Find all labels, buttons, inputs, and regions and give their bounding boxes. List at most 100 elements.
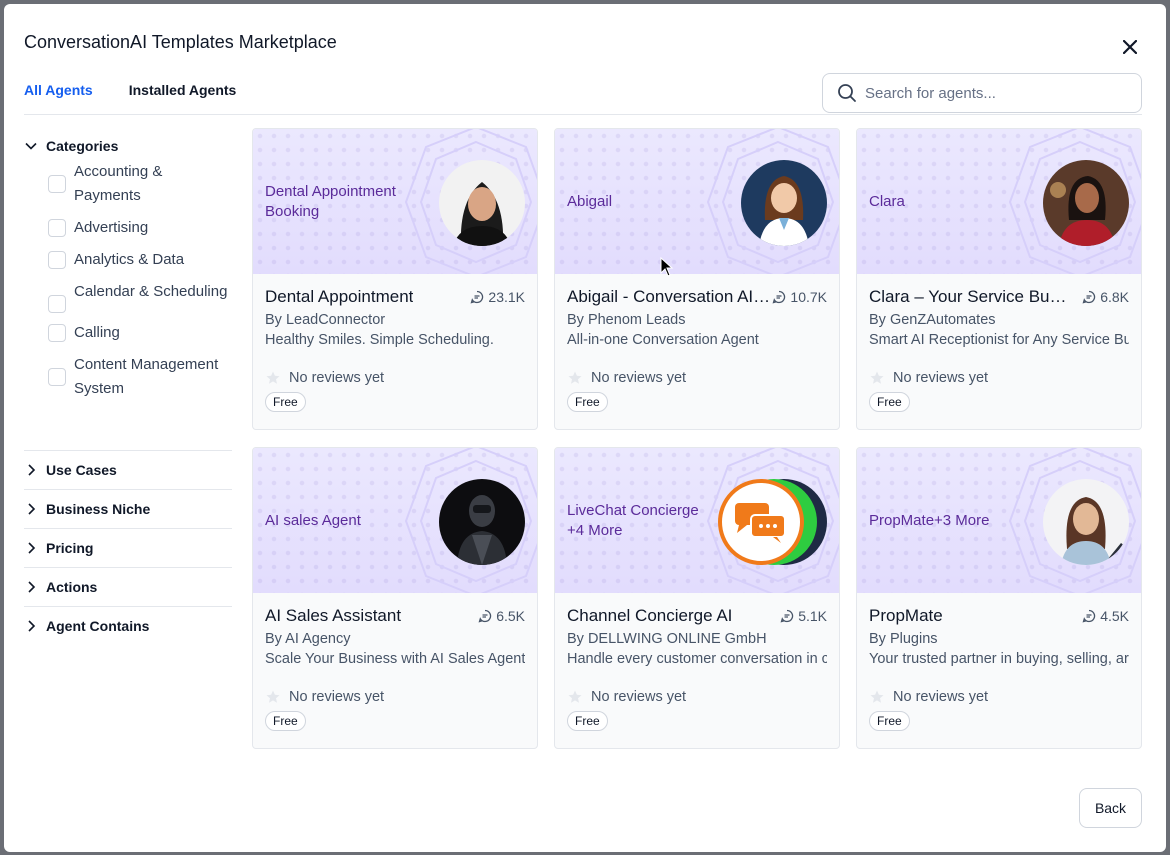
chevron-right-icon <box>28 581 36 593</box>
conversation-count: 6.8K <box>1082 289 1129 305</box>
card-title: PropMate <box>869 606 943 625</box>
card-banner: AI sales Agent <box>253 448 537 593</box>
card-title: Channel Concierge AI <box>567 606 733 625</box>
agent-card[interactable]: Abigail Abigail - Conversation AI ... 10… <box>554 128 840 430</box>
card-title: Clara – Your Service Busin... <box>869 287 1074 306</box>
card-description: Your trusted partner in buying, selling,… <box>869 651 1129 667</box>
filter-sidebar: Categories Accounting & Payments Adverti… <box>24 134 232 645</box>
section-label: Business Niche <box>46 501 151 517</box>
conversation-count: 5.1K <box>780 608 827 624</box>
card-title: AI Sales Assistant <box>265 606 402 625</box>
chevron-right-icon <box>28 620 36 632</box>
category-label: Calendar & Scheduling <box>74 283 228 300</box>
banner-label: PropMate+3 More <box>869 511 990 529</box>
chevron-right-icon <box>28 542 36 554</box>
card-banner: PropMate+3 More <box>857 448 1141 593</box>
agent-grid: Dental Appointment Booking Dental Appoin… <box>252 128 1142 749</box>
category-label: Calling <box>74 324 120 341</box>
tab-installed-agents[interactable]: Installed Agents <box>129 82 237 108</box>
price-badge: Free <box>265 392 306 412</box>
category-label: Advertising <box>74 219 149 236</box>
card-author: By DELLWING ONLINE GmbH <box>567 631 767 647</box>
conversation-count: 23.1K <box>470 289 525 305</box>
card-reviews: No reviews yet <box>567 689 827 705</box>
category-item[interactable]: Advertising <box>48 216 232 240</box>
section-label: Pricing <box>46 540 94 556</box>
card-description: Handle every customer conversation in c <box>567 651 827 667</box>
category-checkbox[interactable] <box>48 175 66 193</box>
agent-card[interactable]: LiveChat Concierge +4 More Channel Conci… <box>554 447 840 749</box>
category-item[interactable]: Analytics & Data <box>48 248 232 272</box>
chat-bubble-icon <box>478 609 492 623</box>
back-button[interactable]: Back <box>1079 788 1142 828</box>
section-agent-contains[interactable]: Agent Contains <box>24 606 232 645</box>
price-badge: Free <box>567 711 608 731</box>
category-item[interactable]: Accounting & Payments <box>48 160 232 208</box>
categories-toggle[interactable]: Categories <box>24 134 232 158</box>
category-checkbox[interactable] <box>48 295 66 313</box>
category-label: Accounting & Payments <box>74 163 163 204</box>
price-badge: Free <box>869 711 910 731</box>
robot-icon <box>439 479 525 565</box>
card-description: Healthy Smiles. Simple Scheduling. <box>265 332 494 348</box>
banner-label: LiveChat Concierge +4 More <box>567 501 699 539</box>
category-item[interactable]: Content Management System <box>48 353 232 401</box>
category-checkbox[interactable] <box>48 251 66 269</box>
chat-bubble-icon <box>470 290 484 304</box>
tab-all-agents[interactable]: All Agents <box>24 82 93 108</box>
category-label: Analytics & Data <box>74 251 185 268</box>
conversation-count: 10.7K <box>772 289 827 305</box>
price-badge: Free <box>265 711 306 731</box>
card-reviews: No reviews yet <box>869 370 1129 386</box>
woman-portrait-icon <box>439 160 525 246</box>
category-item[interactable]: Calendar & Scheduling <box>48 280 232 313</box>
close-button[interactable] <box>1120 37 1140 57</box>
card-reviews: No reviews yet <box>265 689 525 705</box>
category-checkbox[interactable] <box>48 219 66 237</box>
star-icon <box>266 690 280 703</box>
star-icon <box>568 371 582 384</box>
star-icon <box>870 690 884 703</box>
cartoon-doctor-icon <box>741 160 827 246</box>
search-icon <box>838 84 856 102</box>
chat-bubbles-icon <box>718 479 827 565</box>
chat-bubble-icon <box>772 290 786 304</box>
category-item[interactable]: Calling <box>48 321 232 345</box>
card-author: By GenZAutomates <box>869 312 996 328</box>
tab-bar: All Agents Installed Agents <box>24 82 236 108</box>
modal-title: ConversationAI Templates Marketplace <box>24 32 337 52</box>
agent-card[interactable]: PropMate+3 More PropMate 4.5K By Plugins… <box>856 447 1142 749</box>
search-box[interactable] <box>822 73 1142 113</box>
card-reviews: No reviews yet <box>869 689 1129 705</box>
card-description: All-in-one Conversation Agent <box>567 332 759 348</box>
price-badge: Free <box>869 392 910 412</box>
tabs-divider <box>24 114 1142 115</box>
card-banner: Clara <box>857 129 1141 274</box>
section-pricing[interactable]: Pricing <box>24 528 232 567</box>
category-checkbox[interactable] <box>48 368 66 386</box>
card-title: Dental Appointment <box>265 287 414 306</box>
agent-card[interactable]: Clara Clara – Your Service Busin... 6.8K… <box>856 128 1142 430</box>
chat-bubble-icon <box>780 609 794 623</box>
card-author: By LeadConnector <box>265 312 386 328</box>
category-list: Accounting & Payments Advertising Analyt… <box>24 160 232 450</box>
agent-card[interactable]: Dental Appointment Booking Dental Appoin… <box>252 128 538 430</box>
banner-label: Clara <box>869 192 905 210</box>
card-banner: LiveChat Concierge +4 More <box>555 448 839 593</box>
smiling-woman-icon <box>1043 479 1129 565</box>
agent-card[interactable]: AI sales Agent AI Sales Assistant 6.5K B… <box>252 447 538 749</box>
section-actions[interactable]: Actions <box>24 567 232 606</box>
card-author: By AI Agency <box>265 631 351 647</box>
banner-label: AI sales Agent <box>265 511 361 529</box>
price-badge: Free <box>567 392 608 412</box>
section-business-niche[interactable]: Business Niche <box>24 489 232 528</box>
mouse-cursor-icon <box>660 257 674 277</box>
category-label: Content Management System <box>74 356 219 397</box>
banner-label: Dental Appointment Booking <box>265 182 396 220</box>
section-use-cases[interactable]: Use Cases <box>24 450 232 489</box>
category-checkbox[interactable] <box>48 324 66 342</box>
marketplace-modal: ConversationAI Templates Marketplace All… <box>4 4 1166 852</box>
headset-woman-icon <box>1043 160 1129 246</box>
card-reviews: No reviews yet <box>567 370 827 386</box>
search-input[interactable] <box>865 84 1125 102</box>
